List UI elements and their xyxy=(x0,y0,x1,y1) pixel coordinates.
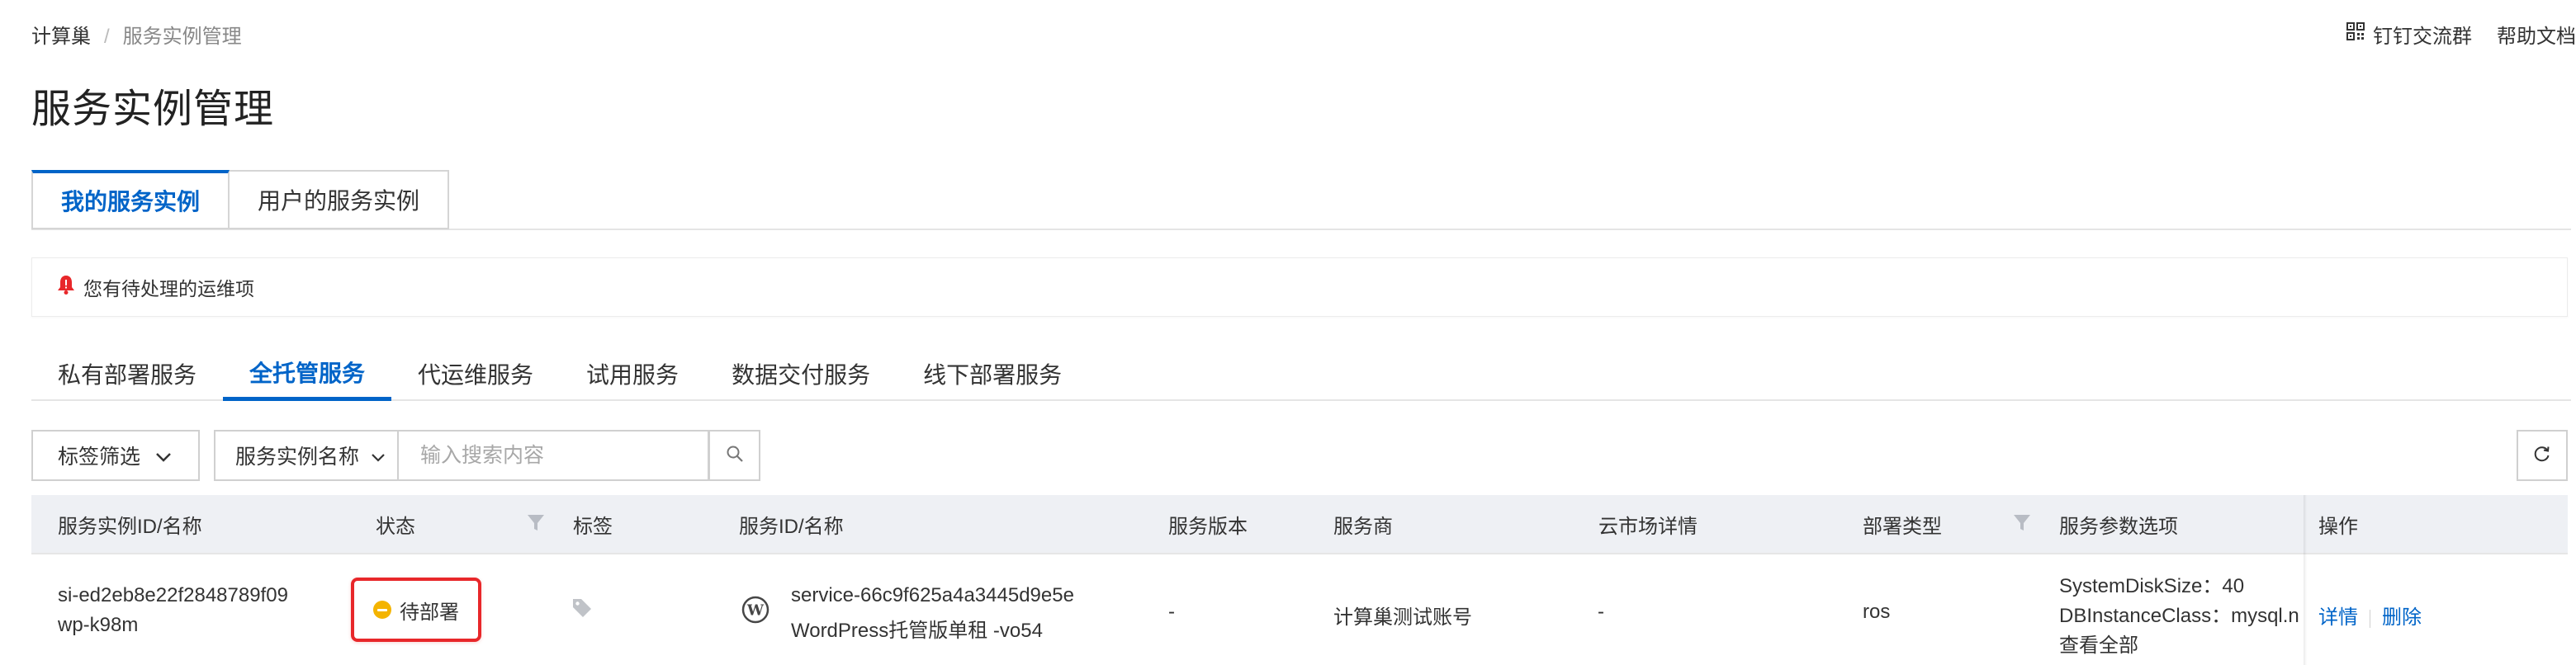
refresh-button[interactable] xyxy=(2517,430,2568,481)
status-filter-icon[interactable] xyxy=(527,513,545,537)
col-tags: 标签 xyxy=(573,515,613,538)
tab-trial[interactable]: 试用服务 xyxy=(560,347,705,401)
instance-name: wp-k98m xyxy=(58,614,139,636)
tab-fully-managed[interactable]: 全托管服务 xyxy=(223,347,392,401)
dingtalk-group-link[interactable]: 钉钉交流群 xyxy=(2346,20,2472,49)
header-links: 钉钉交流群 帮助文档 xyxy=(2346,20,2576,49)
col-params: 服务参数选项 xyxy=(2059,515,2178,538)
detail-link[interactable]: 详情 xyxy=(2318,606,2358,629)
param-system-disk: SystemDiskSize：40 xyxy=(2059,575,2245,597)
service-type-tabs: 私有部署服务 全托管服务 代运维服务 试用服务 数据交付服务 线下部署服务 xyxy=(31,347,1088,401)
instance-id-link[interactable]: si-ed2eb8e22f2848789f09 xyxy=(58,584,288,607)
col-service-id: 服务ID/名称 xyxy=(739,515,844,538)
col-market: 云市场详情 xyxy=(1598,515,1698,538)
col-deploy-type: 部署类型 xyxy=(1863,515,1942,538)
col-provider: 服务商 xyxy=(1333,515,1393,538)
svg-text:W: W xyxy=(746,602,765,620)
bell-alert-icon xyxy=(57,275,75,299)
search-group: 服务实例名称 xyxy=(214,430,760,481)
actions-column-shadow xyxy=(2304,495,2307,665)
param-db-instance-class-wrap: DBInstanceClass：mysql.n xyxy=(2059,599,2304,628)
service-version: - xyxy=(1168,601,1175,623)
main-tabs: 我的服务实例 用户的服务实例 xyxy=(31,170,450,229)
pending-status-icon xyxy=(373,601,391,619)
delete-link[interactable]: 删除 xyxy=(2382,606,2422,629)
status-badge: 待部署 xyxy=(351,578,481,642)
search-button[interactable] xyxy=(709,430,760,481)
tag-filter-dropdown[interactable]: 标签筛选 xyxy=(31,430,200,481)
status-text: 待部署 xyxy=(400,601,459,624)
chevron-down-icon xyxy=(155,444,172,468)
deploy-type: ros xyxy=(1863,601,1891,623)
tab-private-deploy[interactable]: 私有部署服务 xyxy=(31,347,223,401)
breadcrumb-current: 服务实例管理 xyxy=(122,26,242,48)
param-db-instance-class: DBInstanceClass：mysql.n xyxy=(2059,605,2299,627)
tab-user-service-instances[interactable]: 用户的服务实例 xyxy=(230,170,450,229)
pending-ops-notice[interactable]: 您有待处理的运维项 xyxy=(31,257,2568,317)
chevron-down-icon xyxy=(371,444,386,468)
col-status: 状态 xyxy=(376,515,415,538)
view-all-params-link[interactable]: 查看全部 xyxy=(2059,629,2138,658)
tab-managed-ops[interactable]: 代运维服务 xyxy=(391,347,560,401)
row-actions: 详情 删除 xyxy=(2318,601,2422,630)
refresh-icon xyxy=(2533,445,2551,467)
col-version: 服务版本 xyxy=(1168,515,1248,538)
search-field-select[interactable]: 服务实例名称 xyxy=(214,430,399,481)
search-field-label: 服务实例名称 xyxy=(235,446,360,469)
breadcrumb-separator: / xyxy=(104,26,110,48)
search-input[interactable] xyxy=(399,430,709,481)
breadcrumb-root[interactable]: 计算巢 xyxy=(31,26,91,48)
tab-offline-deploy[interactable]: 线下部署服务 xyxy=(897,347,1088,401)
tag-filter-label: 标签筛选 xyxy=(58,446,141,469)
service-id-link[interactable]: service-66c9f625a4a3445d9e5e xyxy=(791,584,1074,607)
breadcrumb: 计算巢 / 服务实例管理 xyxy=(31,20,242,49)
help-docs-link[interactable]: 帮助文档 xyxy=(2497,20,2576,49)
col-instance-id: 服务实例ID/名称 xyxy=(58,515,202,538)
service-provider: 计算巢测试账号 xyxy=(1333,606,1472,629)
tab-my-service-instances[interactable]: 我的服务实例 xyxy=(31,170,230,229)
qrcode-icon xyxy=(2346,22,2365,46)
col-actions: 操作 xyxy=(2318,515,2358,538)
service-name: WordPress托管版单租 -vo54 xyxy=(791,620,1043,642)
tag-icon[interactable] xyxy=(571,597,593,625)
wordpress-icon: W xyxy=(741,596,769,630)
dingtalk-label: 钉钉交流群 xyxy=(2373,26,2472,48)
notice-text: 您有待处理的运维项 xyxy=(83,278,254,299)
deploy-type-filter-icon[interactable] xyxy=(2013,513,2031,537)
search-icon xyxy=(726,445,744,467)
page-title: 服务实例管理 xyxy=(31,87,275,131)
table-header: 服务实例ID/名称 状态 标签 服务ID/名称 服务版本 服务商 云市场详情 部… xyxy=(31,495,2568,553)
market-details: - xyxy=(1598,601,1604,623)
tab-data-delivery[interactable]: 数据交付服务 xyxy=(705,347,897,401)
